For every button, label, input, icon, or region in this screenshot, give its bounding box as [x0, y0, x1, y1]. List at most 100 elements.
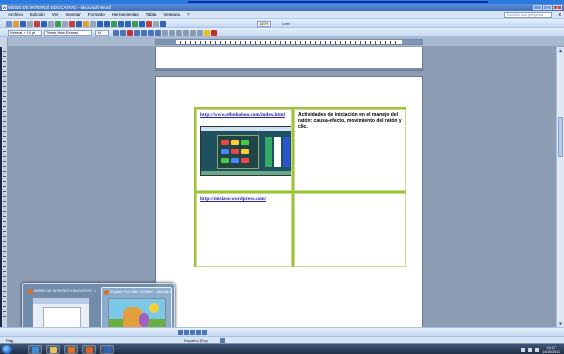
thumbnail-word-image	[32, 297, 90, 331]
save-icon[interactable]	[20, 20, 26, 27]
menu-archivo[interactable]: Archivo	[8, 11, 23, 19]
decrease-indent-icon[interactable]	[183, 29, 189, 36]
ruler-tick	[200, 41, 201, 44]
ruler-tick	[3, 191, 6, 192]
new-document-icon[interactable]	[6, 20, 12, 27]
borders-icon[interactable]	[197, 29, 203, 36]
bullets-icon[interactable]	[176, 29, 182, 36]
align-center-icon[interactable]	[141, 29, 147, 36]
normal-view-icon[interactable]	[178, 330, 183, 335]
paste-icon[interactable]	[83, 20, 89, 27]
taskbar-media-button[interactable]	[64, 345, 78, 354]
research-icon[interactable]	[62, 20, 68, 27]
highlight-icon[interactable]	[204, 29, 210, 36]
cut-icon[interactable]	[69, 20, 75, 27]
close-window-button[interactable]: X	[553, 5, 562, 10]
volume-icon[interactable]	[528, 347, 533, 352]
web-view-icon[interactable]	[184, 330, 189, 335]
maximize-button[interactable]: □	[543, 5, 552, 10]
reading-view-icon[interactable]	[202, 330, 207, 335]
outline-view-icon[interactable]	[196, 330, 201, 335]
menu-tabla[interactable]: Tabla	[146, 11, 157, 19]
menu-formato[interactable]: Formato	[88, 11, 105, 19]
menu-insertar[interactable]: Insertar	[66, 11, 81, 19]
redo-icon[interactable]	[104, 20, 110, 27]
zoom-select[interactable]: 100%	[257, 20, 271, 27]
ruler-tick	[385, 41, 386, 44]
ruler-tick	[3, 276, 6, 277]
ruler-tick	[305, 41, 306, 44]
ruler-tick	[195, 41, 196, 44]
align-left-icon[interactable]	[134, 29, 140, 36]
format-painter-icon[interactable]	[90, 20, 96, 27]
document-page[interactable]: http://www.elbuhoboo.com/index.html Acti…	[155, 76, 423, 327]
drawing-icon[interactable]	[146, 20, 152, 27]
email-icon[interactable]	[34, 20, 40, 27]
align-right-icon[interactable]	[148, 29, 154, 36]
thumbnail-toolbar	[33, 298, 89, 304]
columns-icon[interactable]	[139, 20, 145, 27]
scroll-down-arrow-icon[interactable]: ▼	[558, 321, 563, 326]
insert-table-icon[interactable]	[125, 20, 131, 27]
ruler-tick	[210, 41, 211, 44]
table-cell-link-1[interactable]: http://www.elbuhoboo.com/index.html	[196, 109, 292, 191]
taskbar-ie-button[interactable]	[28, 345, 42, 354]
table-cell-link-2[interactable]: http://mislase.wordpress.com/	[196, 193, 292, 267]
underline-icon[interactable]	[127, 29, 133, 36]
menu-herramientas[interactable]: Herramientas	[112, 11, 139, 19]
italic-icon[interactable]	[120, 29, 126, 36]
tab-selector[interactable]	[0, 37, 8, 47]
scrollbar-thumb[interactable]	[558, 117, 563, 157]
bold-icon[interactable]	[113, 29, 119, 36]
document-map-icon[interactable]	[153, 20, 159, 27]
copy-icon[interactable]	[76, 20, 82, 27]
spelling-icon[interactable]	[55, 20, 61, 27]
hyperlink-mislase[interactable]: http://mislase.wordpress.com/	[200, 196, 288, 202]
start-button[interactable]	[2, 345, 12, 354]
print-icon[interactable]	[41, 20, 47, 27]
open-folder-icon[interactable]	[13, 20, 19, 27]
increase-indent-icon[interactable]	[190, 29, 196, 36]
hyperlink-icon[interactable]	[111, 20, 117, 27]
font-select[interactable]: Times New Roman	[44, 29, 92, 36]
line-spacing-icon[interactable]	[162, 29, 168, 36]
table-cell-description-1[interactable]: Actividades de iniciación en el manejo d…	[294, 109, 406, 191]
close-document-button[interactable]: x	[559, 11, 562, 19]
flag-icon[interactable]	[535, 347, 540, 352]
print-preview-icon[interactable]	[48, 20, 54, 27]
screenshot-tile	[241, 158, 249, 163]
menu-edicion[interactable]: Edición	[30, 11, 45, 19]
minimize-button[interactable]: _	[533, 5, 542, 10]
taskbar-word-button[interactable]	[100, 345, 114, 354]
style-select[interactable]: Normal + 14 pt	[8, 29, 42, 36]
horizontal-ruler[interactable]	[155, 39, 423, 45]
menu-ventana[interactable]: Ventana	[163, 11, 180, 19]
justify-icon[interactable]	[155, 29, 161, 36]
read-button[interactable]: Leer	[282, 20, 290, 27]
insert-excel-icon[interactable]	[132, 20, 138, 27]
font-size-select[interactable]: 14	[95, 29, 109, 36]
taskbar-firefox-button[interactable]	[82, 345, 96, 354]
table-cell-description-2[interactable]	[294, 193, 406, 267]
screenshot-footer	[201, 171, 291, 175]
menu-ver[interactable]: Ver	[52, 11, 59, 19]
vertical-scrollbar[interactable]: ▲ ▼	[556, 47, 564, 327]
font-color-icon[interactable]	[211, 29, 217, 36]
hyperlink-elbuhoboo[interactable]: http://www.elbuhoboo.com/index.html	[200, 112, 288, 118]
ruler-tick	[3, 291, 6, 292]
numbering-icon[interactable]	[169, 29, 175, 36]
show-hide-icon[interactable]	[160, 20, 166, 27]
ruler-tick	[3, 136, 6, 137]
permission-icon[interactable]	[27, 20, 33, 27]
tables-borders-icon[interactable]	[118, 20, 124, 27]
help-question-input[interactable]: Escriba una pregunta	[504, 12, 552, 18]
undo-icon[interactable]	[97, 20, 103, 27]
print-view-icon[interactable]	[190, 330, 195, 335]
ruler-tick	[3, 86, 6, 87]
scroll-up-arrow-icon[interactable]: ▲	[558, 48, 563, 53]
network-icon[interactable]	[521, 347, 526, 352]
menu-help[interactable]: ?	[187, 11, 190, 19]
clock[interactable]: 10:17 14/10/2011	[542, 346, 560, 354]
taskbar-explorer-button[interactable]	[46, 345, 60, 354]
firefox-icon	[86, 347, 93, 353]
